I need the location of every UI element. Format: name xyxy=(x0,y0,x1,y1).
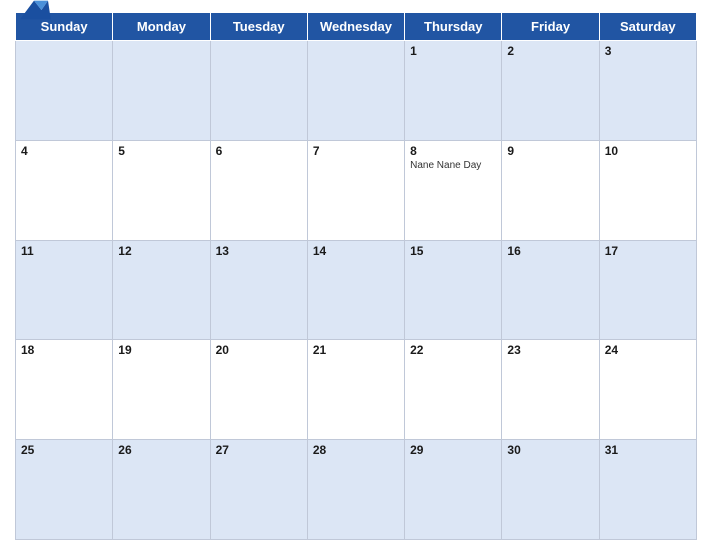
day-number: 11 xyxy=(21,244,107,258)
calendar-cell: 19 xyxy=(113,340,210,440)
day-number: 7 xyxy=(313,144,399,158)
calendar-cell: 28 xyxy=(307,440,404,540)
calendar-cell: 8 Nane Nane Day xyxy=(405,140,502,240)
day-number: 6 xyxy=(216,144,302,158)
day-header-friday: Friday xyxy=(502,13,599,41)
calendar-cell: 25 xyxy=(16,440,113,540)
day-number: 4 xyxy=(21,144,107,158)
calendar-cell xyxy=(307,41,404,141)
day-number: 17 xyxy=(605,244,691,258)
day-number: 22 xyxy=(410,343,496,357)
calendar-cell: 7 xyxy=(307,140,404,240)
day-number: 14 xyxy=(313,244,399,258)
day-number: 3 xyxy=(605,44,691,58)
calendar-cell: 24 xyxy=(599,340,696,440)
day-header-wednesday: Wednesday xyxy=(307,13,404,41)
day-number: 30 xyxy=(507,443,593,457)
day-number: 26 xyxy=(118,443,204,457)
day-number: 27 xyxy=(216,443,302,457)
day-number: 31 xyxy=(605,443,691,457)
day-number: 2 xyxy=(507,44,593,58)
day-number: 18 xyxy=(21,343,107,357)
calendar-cell: 5 xyxy=(113,140,210,240)
week-row: 18 19 20 21 22 23 24 xyxy=(16,340,697,440)
day-number: 12 xyxy=(118,244,204,258)
day-number: 13 xyxy=(216,244,302,258)
calendar-cell: 22 xyxy=(405,340,502,440)
day-number: 25 xyxy=(21,443,107,457)
week-row: 11 12 13 14 15 16 17 xyxy=(16,240,697,340)
day-number: 24 xyxy=(605,343,691,357)
calendar-cell: 11 xyxy=(16,240,113,340)
calendar-cell: 23 xyxy=(502,340,599,440)
week-row: 45678 Nane Nane Day 9 10 xyxy=(16,140,697,240)
calendar-cell: 1 xyxy=(405,41,502,141)
day-number: 5 xyxy=(118,144,204,158)
day-number: 10 xyxy=(605,144,691,158)
calendar-cell: 16 xyxy=(502,240,599,340)
logo xyxy=(15,0,53,24)
calendar-cell: 29 xyxy=(405,440,502,540)
day-header-saturday: Saturday xyxy=(599,13,696,41)
day-number: 15 xyxy=(410,244,496,258)
day-number: 8 xyxy=(410,144,496,158)
calendar-cell: 27 xyxy=(210,440,307,540)
day-header-monday: Monday xyxy=(113,13,210,41)
calendar-table: SundayMondayTuesdayWednesdayThursdayFrid… xyxy=(15,12,697,540)
day-number: 20 xyxy=(216,343,302,357)
day-number: 23 xyxy=(507,343,593,357)
calendar-cell: 3 xyxy=(599,41,696,141)
day-number: 19 xyxy=(118,343,204,357)
day-header-tuesday: Tuesday xyxy=(210,13,307,41)
calendar-cell: 17 xyxy=(599,240,696,340)
calendar-cell: 14 xyxy=(307,240,404,340)
calendar-cell: 20 xyxy=(210,340,307,440)
calendar-cell: 26 xyxy=(113,440,210,540)
week-row: 123 xyxy=(16,41,697,141)
week-row: 25 26 27 28 29 30 31 xyxy=(16,440,697,540)
days-header-row: SundayMondayTuesdayWednesdayThursdayFrid… xyxy=(16,13,697,41)
calendar-cell: 2 xyxy=(502,41,599,141)
calendar-cell: 30 xyxy=(502,440,599,540)
calendar-cell xyxy=(113,41,210,141)
calendar-cell: 18 xyxy=(16,340,113,440)
calendar-cell: 13 xyxy=(210,240,307,340)
day-number: 1 xyxy=(410,44,496,58)
calendar-cell: 12 xyxy=(113,240,210,340)
day-number: 16 xyxy=(507,244,593,258)
day-number: 29 xyxy=(410,443,496,457)
day-number: 21 xyxy=(313,343,399,357)
calendar-cell: 4 xyxy=(16,140,113,240)
day-header-thursday: Thursday xyxy=(405,13,502,41)
day-event: Nane Nane Day xyxy=(410,160,496,171)
calendar-cell xyxy=(16,41,113,141)
calendar-cell: 9 xyxy=(502,140,599,240)
calendar-cell: 10 xyxy=(599,140,696,240)
calendar-cell xyxy=(210,41,307,141)
calendar-cell: 6 xyxy=(210,140,307,240)
calendar-cell: 31 xyxy=(599,440,696,540)
calendar-cell: 15 xyxy=(405,240,502,340)
calendar-cell: 21 xyxy=(307,340,404,440)
day-number: 9 xyxy=(507,144,593,158)
day-number: 28 xyxy=(313,443,399,457)
